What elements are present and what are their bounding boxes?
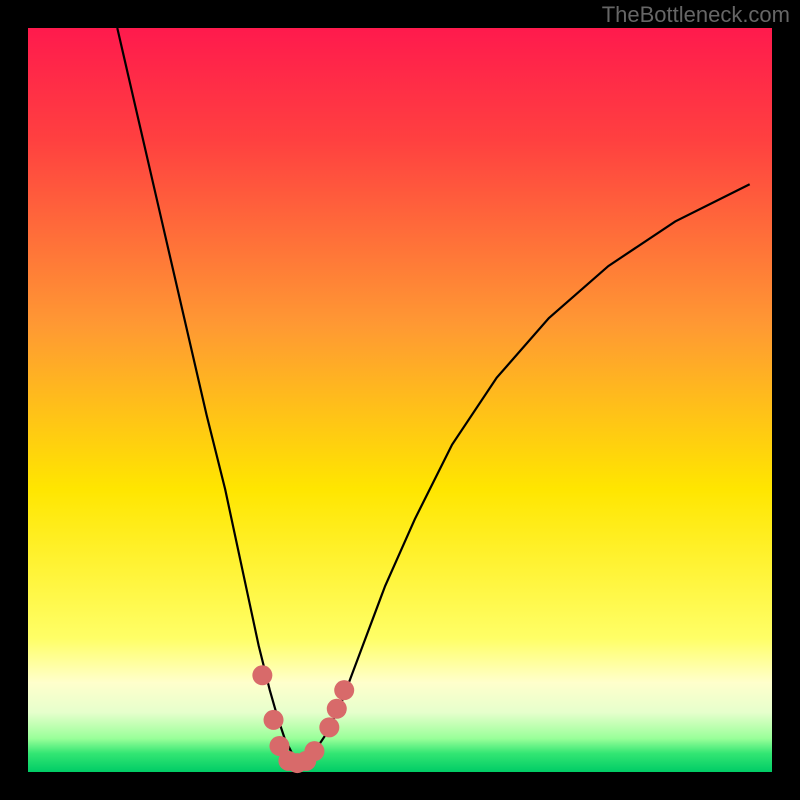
watermark-text: TheBottleneck.com	[602, 2, 790, 28]
chart-container: TheBottleneck.com	[0, 0, 800, 800]
data-point	[264, 710, 284, 730]
bottleneck-chart	[0, 0, 800, 800]
data-point	[252, 665, 272, 685]
data-point	[304, 741, 324, 761]
data-point	[327, 699, 347, 719]
data-point	[334, 680, 354, 700]
plot-background	[28, 28, 772, 772]
data-point	[319, 717, 339, 737]
